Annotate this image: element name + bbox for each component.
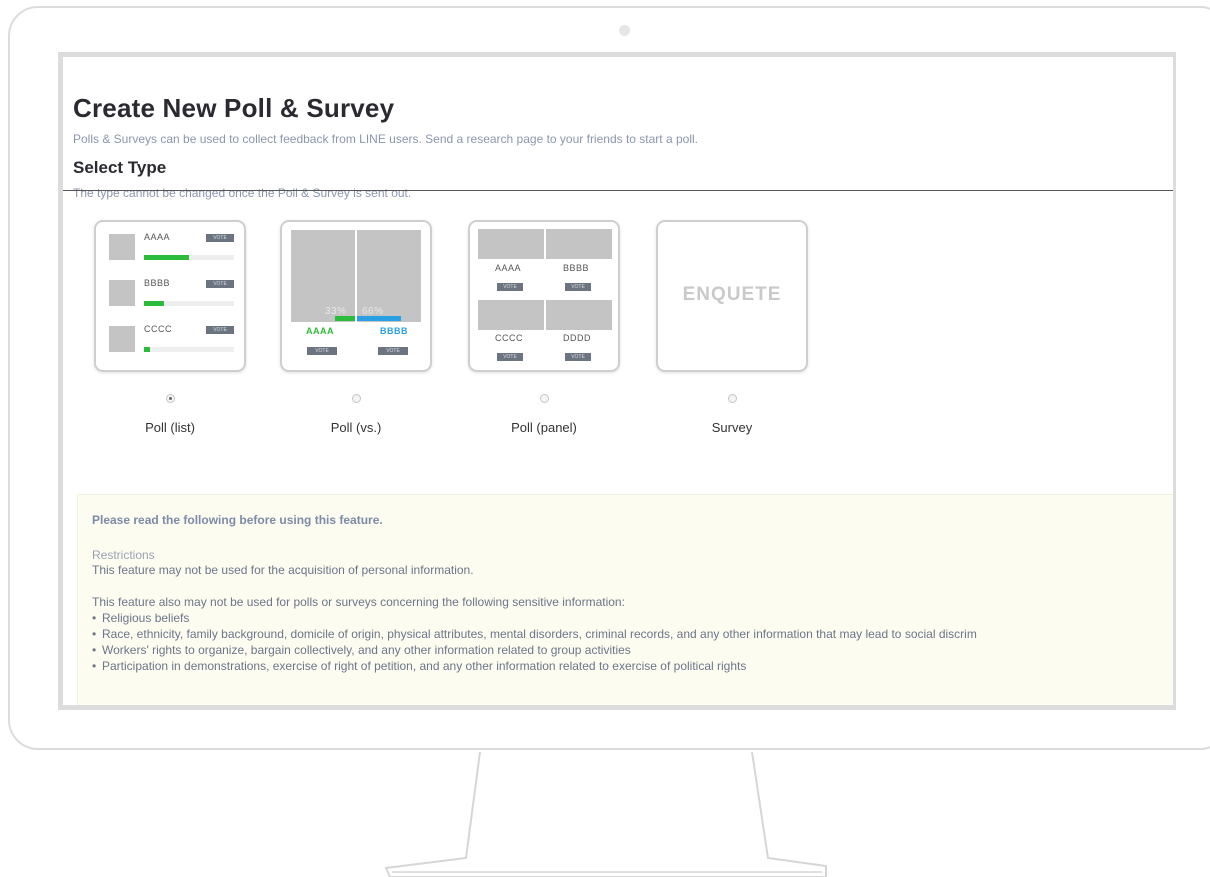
survey-radio[interactable] [728, 394, 737, 403]
vote-bar [144, 347, 150, 352]
vs-bar-b [357, 316, 401, 321]
vote-bar [144, 301, 164, 306]
list-item: Race, ethnicity, family background, domi… [92, 626, 1172, 642]
survey-label: Survey [711, 420, 753, 435]
vote-button: VOTE [565, 353, 591, 361]
survey-card[interactable]: ENQUETE [656, 220, 808, 372]
panel-image [546, 300, 612, 330]
restrictions-text: This feature may not be used for the acq… [92, 563, 474, 577]
panel-label: CCCC [495, 333, 523, 343]
panel-image [478, 300, 544, 330]
poll-vs-card[interactable]: 33% 66% AAAA BBBB VOTE VOTE [280, 220, 432, 372]
vote-button: VOTE [565, 283, 591, 291]
poll-list-radio[interactable] [166, 394, 175, 403]
vote-button: VOTE [206, 280, 234, 288]
panel-label: AAAA [495, 263, 522, 273]
vote-button: VOTE [307, 347, 337, 355]
list-item-label: BBBB [144, 278, 171, 288]
page-title: Create New Poll & Survey [73, 93, 395, 123]
bar-bg [144, 347, 234, 352]
notice-heading: Please read the following before using t… [92, 513, 383, 527]
poll-list-card[interactable]: AAAA VOTE BBBB VOTE CCCC VOTE [94, 220, 246, 372]
poll-vs-radio[interactable] [352, 394, 361, 403]
poll-panel-label: Poll (panel) [511, 420, 577, 435]
vs-bar-a [335, 316, 355, 321]
screen: Create New Poll & Survey Polls & Surveys… [58, 52, 1176, 710]
sensitive-list: Religious beliefs Race, ethnicity, famil… [92, 610, 1172, 674]
vs-label-a: AAAA [306, 326, 334, 336]
vote-button: VOTE [497, 353, 523, 361]
list-item: Religious beliefs [92, 610, 1172, 626]
select-type-title: Select Type [73, 158, 167, 177]
list-item-label: CCCC [144, 324, 172, 334]
poll-panel-card[interactable]: AAAA BBBB VOTE VOTE CCCC DDDD VOTE VOTE [468, 220, 620, 372]
list-thumb [109, 326, 135, 352]
panel-image [478, 229, 544, 259]
vote-bar [144, 255, 189, 260]
camera-dot [619, 25, 630, 36]
vs-label-b: BBBB [380, 326, 408, 336]
list-thumb [109, 280, 135, 306]
panel-label: BBBB [563, 263, 590, 273]
vote-button: VOTE [378, 347, 408, 355]
page-description: Polls & Surveys can be used to collect f… [73, 132, 698, 146]
panel-image [546, 229, 612, 259]
list-thumb [109, 234, 135, 260]
vote-button: VOTE [206, 234, 234, 242]
poll-list-label: Poll (list) [145, 420, 195, 435]
poll-panel-radio[interactable] [540, 394, 549, 403]
enquete-text: ENQUETE [682, 284, 782, 305]
sensitive-intro: This feature also may not be used for po… [92, 595, 625, 609]
divider [63, 190, 1173, 191]
vote-button: VOTE [206, 326, 234, 334]
notice-box: Please read the following before using t… [77, 494, 1173, 705]
list-item: Workers' rights to organize, bargain col… [92, 642, 1172, 658]
restrictions-title: Restrictions [92, 548, 155, 562]
page-content: Create New Poll & Survey Polls & Surveys… [73, 93, 1173, 200]
list-item: Participation in demonstrations, exercis… [92, 658, 1172, 674]
poll-vs-label: Poll (vs.) [330, 420, 382, 435]
list-item-label: AAAA [144, 232, 171, 242]
select-type-description: The type cannot be changed once the Poll… [73, 186, 412, 200]
vote-button: VOTE [497, 283, 523, 291]
panel-label: DDDD [563, 333, 591, 343]
